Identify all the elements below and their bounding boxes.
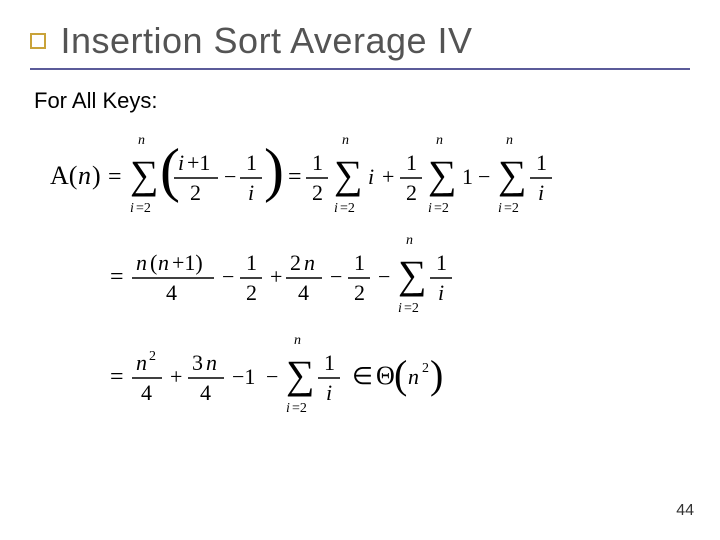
svg-text:(: ( [160, 137, 180, 203]
svg-text:Θ: Θ [376, 361, 395, 390]
svg-text:=2: =2 [504, 201, 519, 216]
svg-text:+: + [270, 264, 282, 289]
svg-text:=: = [108, 164, 122, 190]
svg-text:n: n [406, 233, 413, 248]
slide: Insertion Sort Average IV For All Keys: … [0, 0, 720, 540]
svg-text:1: 1 [536, 150, 547, 175]
svg-text:=: = [288, 164, 302, 190]
svg-text:1: 1 [246, 150, 257, 175]
svg-text:n: n [78, 161, 91, 190]
svg-text:−: − [224, 164, 236, 189]
svg-text:4: 4 [166, 280, 177, 305]
svg-text:∑: ∑ [398, 252, 427, 297]
svg-text:1: 1 [436, 250, 447, 275]
page-number: 44 [676, 502, 694, 520]
svg-text:=: = [110, 364, 124, 390]
svg-text:∑: ∑ [428, 152, 457, 197]
svg-text:2: 2 [190, 180, 201, 205]
svg-text:=2: =2 [434, 201, 449, 216]
svg-text:−: − [266, 364, 278, 389]
slide-title: Insertion Sort Average IV [60, 20, 472, 62]
svg-text:+: + [382, 164, 394, 189]
svg-text:n: n [158, 250, 169, 275]
svg-text:2: 2 [312, 180, 323, 205]
svg-text:=2: =2 [340, 201, 355, 216]
svg-text:i: i [326, 380, 332, 405]
svg-text:+1: +1 [187, 150, 210, 175]
svg-text:∑: ∑ [130, 152, 159, 197]
svg-text:i: i [538, 180, 544, 205]
svg-text:A(: A( [50, 161, 77, 190]
svg-text:=2: =2 [404, 301, 419, 316]
svg-text:(: ( [150, 250, 157, 275]
svg-text:n: n [136, 350, 147, 375]
svg-text:i: i [286, 401, 290, 416]
svg-text:i: i [428, 201, 432, 216]
svg-text:=2: =2 [292, 401, 307, 416]
svg-text:2: 2 [290, 250, 301, 275]
svg-text:n: n [408, 364, 419, 389]
svg-text:n: n [342, 133, 349, 148]
svg-text:n: n [136, 250, 147, 275]
equation-line-1: A( n ) = ∑ n i =2 ( i +1 2 − 1 i ) = [30, 126, 690, 226]
svg-text:−: − [478, 164, 490, 189]
svg-text:−1: −1 [232, 364, 255, 389]
svg-text:i: i [438, 280, 444, 305]
svg-text:2: 2 [149, 349, 156, 364]
svg-text:∑: ∑ [286, 352, 315, 397]
svg-text:−: − [378, 264, 390, 289]
svg-text:n: n [206, 350, 217, 375]
svg-text:1: 1 [406, 150, 417, 175]
svg-text:=: = [110, 264, 124, 290]
svg-text:i: i [398, 301, 402, 316]
svg-text:4: 4 [298, 280, 309, 305]
title-area: Insertion Sort Average IV [30, 20, 690, 70]
svg-text:+: + [170, 364, 182, 389]
svg-text:4: 4 [141, 380, 152, 405]
svg-text:+1): +1) [172, 250, 203, 275]
svg-text:n: n [138, 133, 145, 148]
svg-text:): ) [264, 137, 284, 203]
svg-text:): ) [430, 352, 443, 397]
svg-text:n: n [506, 133, 513, 148]
svg-text:n: n [294, 333, 301, 348]
svg-text:−: − [222, 264, 234, 289]
svg-text:−: − [330, 264, 342, 289]
title-accent-icon [30, 33, 46, 49]
svg-text:=2: =2 [136, 201, 151, 216]
svg-text:n: n [304, 250, 315, 275]
svg-text:(: ( [394, 352, 407, 397]
svg-text:i: i [248, 180, 254, 205]
svg-text:1: 1 [324, 350, 335, 375]
equation-line-3: = n 2 4 + 3 n 4 −1 − ∑ n i =2 1 i ∈ Θ [30, 326, 690, 426]
svg-text:∈: ∈ [352, 364, 373, 390]
svg-text:2: 2 [406, 180, 417, 205]
svg-text:n: n [436, 133, 443, 148]
equation-line-2: = n ( n +1) 4 − 1 2 + 2 n 4 − 1 2 − [30, 226, 690, 326]
svg-text:i: i [498, 201, 502, 216]
svg-text:1: 1 [246, 250, 257, 275]
slide-subtitle: For All Keys: [34, 88, 690, 114]
svg-text:2: 2 [246, 280, 257, 305]
svg-text:∑: ∑ [498, 152, 527, 197]
svg-text:2: 2 [354, 280, 365, 305]
svg-text:4: 4 [200, 380, 211, 405]
svg-text:i: i [130, 201, 134, 216]
svg-text:): ) [92, 161, 101, 190]
svg-text:i: i [368, 164, 374, 189]
svg-text:i: i [178, 150, 184, 175]
svg-text:1: 1 [354, 250, 365, 275]
svg-text:∑: ∑ [334, 152, 363, 197]
svg-text:i: i [334, 201, 338, 216]
svg-text:2: 2 [422, 361, 429, 376]
svg-text:1: 1 [312, 150, 323, 175]
svg-text:1: 1 [462, 164, 473, 189]
svg-text:3: 3 [192, 350, 203, 375]
